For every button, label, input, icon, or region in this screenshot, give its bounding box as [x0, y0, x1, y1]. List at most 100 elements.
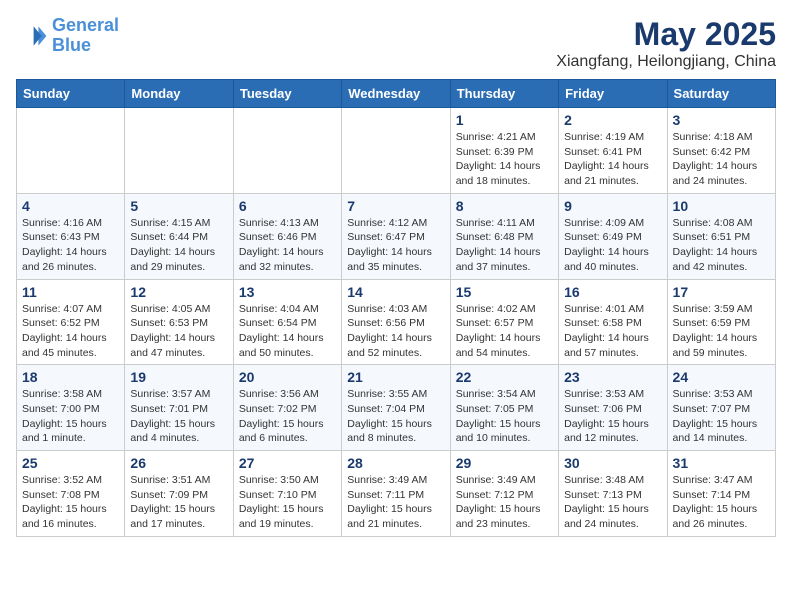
day-number: 7	[347, 198, 444, 214]
table-cell: 27 Sunrise: 3:50 AM Sunset: 7:10 PM Dayli…	[233, 451, 341, 537]
day-number: 27	[239, 455, 336, 471]
table-cell: 17 Sunrise: 3:59 AM Sunset: 6:59 PM Dayli…	[667, 279, 775, 365]
week-row-4: 18Sunrise: 3:58 AM Sunset: 7:00 PM Dayli…	[17, 365, 776, 451]
table-cell: 5 Sunrise: 4:15 AM Sunset: 6:44 PM Daylig…	[125, 193, 233, 279]
table-cell: 25 Sunrise: 3:52 AM Sunset: 7:08 PM Dayli…	[17, 451, 125, 537]
week-row-5: 25 Sunrise: 3:52 AM Sunset: 7:08 PM Dayli…	[17, 451, 776, 537]
day-info: Sunrise: 4:19 AM Sunset: 6:41 PM Dayligh…	[564, 130, 661, 189]
day-number: 23	[564, 369, 661, 385]
header-tuesday: Tuesday	[233, 80, 341, 108]
table-cell: 10Sunrise: 4:08 AM Sunset: 6:51 PM Dayli…	[667, 193, 775, 279]
day-number: 12	[130, 284, 227, 300]
day-info: Sunrise: 3:51 AM Sunset: 7:09 PM Dayligh…	[130, 473, 227, 532]
table-cell: 20 Sunrise: 3:56 AM Sunset: 7:02 PM Dayli…	[233, 365, 341, 451]
logo-line2: Blue	[52, 35, 91, 55]
day-info: Sunrise: 3:49 AM Sunset: 7:11 PM Dayligh…	[347, 473, 444, 532]
table-cell: 3Sunrise: 4:18 AM Sunset: 6:42 PM Daylig…	[667, 108, 775, 194]
table-cell: 9 Sunrise: 4:09 AM Sunset: 6:49 PM Daylig…	[559, 193, 667, 279]
day-info: Sunrise: 4:18 AM Sunset: 6:42 PM Dayligh…	[673, 130, 770, 189]
logo-icon	[16, 20, 48, 52]
logo: General Blue	[16, 16, 119, 56]
header-wednesday: Wednesday	[342, 80, 450, 108]
table-cell: 12 Sunrise: 4:05 AM Sunset: 6:53 PM Dayli…	[125, 279, 233, 365]
day-info: Sunrise: 4:01 AM Sunset: 6:58 PM Dayligh…	[564, 302, 661, 361]
table-cell: 6 Sunrise: 4:13 AM Sunset: 6:46 PM Daylig…	[233, 193, 341, 279]
table-cell: 18Sunrise: 3:58 AM Sunset: 7:00 PM Dayli…	[17, 365, 125, 451]
day-info: Sunrise: 4:05 AM Sunset: 6:53 PM Dayligh…	[130, 302, 227, 361]
table-cell: 16 Sunrise: 4:01 AM Sunset: 6:58 PM Dayli…	[559, 279, 667, 365]
day-info: Sunrise: 3:56 AM Sunset: 7:02 PM Dayligh…	[239, 387, 336, 446]
day-number: 6	[239, 198, 336, 214]
table-cell: 26 Sunrise: 3:51 AM Sunset: 7:09 PM Dayli…	[125, 451, 233, 537]
calendar: Sunday Monday Tuesday Wednesday Thursday…	[16, 79, 776, 537]
day-info: Sunrise: 4:08 AM Sunset: 6:51 PM Dayligh…	[673, 216, 770, 275]
table-cell: 31Sunrise: 3:47 AM Sunset: 7:14 PM Dayli…	[667, 451, 775, 537]
table-cell: 11Sunrise: 4:07 AM Sunset: 6:52 PM Dayli…	[17, 279, 125, 365]
day-number: 26	[130, 455, 227, 471]
table-cell: 4 Sunrise: 4:16 AM Sunset: 6:43 PM Daylig…	[17, 193, 125, 279]
week-row-3: 11Sunrise: 4:07 AM Sunset: 6:52 PM Dayli…	[17, 279, 776, 365]
day-number: 25	[22, 455, 119, 471]
day-info: Sunrise: 3:52 AM Sunset: 7:08 PM Dayligh…	[22, 473, 119, 532]
week-row-1: 1 Sunrise: 4:21 AM Sunset: 6:39 PM Daylig…	[17, 108, 776, 194]
day-info: Sunrise: 3:50 AM Sunset: 7:10 PM Dayligh…	[239, 473, 336, 532]
week-row-2: 4 Sunrise: 4:16 AM Sunset: 6:43 PM Daylig…	[17, 193, 776, 279]
table-cell	[342, 108, 450, 194]
page-header: General Blue May 2025 Xiangfang, Heilong…	[16, 16, 776, 71]
day-info: Sunrise: 3:57 AM Sunset: 7:01 PM Dayligh…	[130, 387, 227, 446]
day-info: Sunrise: 4:12 AM Sunset: 6:47 PM Dayligh…	[347, 216, 444, 275]
day-info: Sunrise: 4:13 AM Sunset: 6:46 PM Dayligh…	[239, 216, 336, 275]
day-number: 2	[564, 112, 661, 128]
day-number: 1	[456, 112, 553, 128]
title-block: May 2025 Xiangfang, Heilongjiang, China	[556, 16, 776, 71]
table-cell: 13Sunrise: 4:04 AM Sunset: 6:54 PM Dayli…	[233, 279, 341, 365]
day-info: Sunrise: 4:04 AM Sunset: 6:54 PM Dayligh…	[239, 302, 336, 361]
day-info: Sunrise: 4:03 AM Sunset: 6:56 PM Dayligh…	[347, 302, 444, 361]
day-number: 5	[130, 198, 227, 214]
logo-text: General Blue	[52, 16, 119, 56]
day-number: 24	[673, 369, 770, 385]
table-cell: 1 Sunrise: 4:21 AM Sunset: 6:39 PM Daylig…	[450, 108, 558, 194]
day-info: Sunrise: 3:53 AM Sunset: 7:06 PM Dayligh…	[564, 387, 661, 446]
table-cell: 28 Sunrise: 3:49 AM Sunset: 7:11 PM Dayli…	[342, 451, 450, 537]
header-friday: Friday	[559, 80, 667, 108]
day-number: 4	[22, 198, 119, 214]
day-info: Sunrise: 4:16 AM Sunset: 6:43 PM Dayligh…	[22, 216, 119, 275]
table-cell: 19 Sunrise: 3:57 AM Sunset: 7:01 PM Dayli…	[125, 365, 233, 451]
table-cell: 21 Sunrise: 3:55 AM Sunset: 7:04 PM Dayli…	[342, 365, 450, 451]
table-cell: 29 Sunrise: 3:49 AM Sunset: 7:12 PM Dayli…	[450, 451, 558, 537]
table-cell: 8Sunrise: 4:11 AM Sunset: 6:48 PM Daylig…	[450, 193, 558, 279]
month-year: May 2025	[556, 16, 776, 53]
day-info: Sunrise: 3:59 AM Sunset: 6:59 PM Dayligh…	[673, 302, 770, 361]
day-info: Sunrise: 4:21 AM Sunset: 6:39 PM Dayligh…	[456, 130, 553, 189]
day-number: 29	[456, 455, 553, 471]
day-info: Sunrise: 3:55 AM Sunset: 7:04 PM Dayligh…	[347, 387, 444, 446]
day-number: 18	[22, 369, 119, 385]
day-number: 14	[347, 284, 444, 300]
table-cell: 22Sunrise: 3:54 AM Sunset: 7:05 PM Dayli…	[450, 365, 558, 451]
day-number: 20	[239, 369, 336, 385]
location: Xiangfang, Heilongjiang, China	[556, 53, 776, 71]
day-info: Sunrise: 4:07 AM Sunset: 6:52 PM Dayligh…	[22, 302, 119, 361]
header-sunday: Sunday	[17, 80, 125, 108]
day-number: 17	[673, 284, 770, 300]
day-info: Sunrise: 3:48 AM Sunset: 7:13 PM Dayligh…	[564, 473, 661, 532]
header-thursday: Thursday	[450, 80, 558, 108]
day-info: Sunrise: 3:47 AM Sunset: 7:14 PM Dayligh…	[673, 473, 770, 532]
day-number: 21	[347, 369, 444, 385]
day-info: Sunrise: 4:11 AM Sunset: 6:48 PM Dayligh…	[456, 216, 553, 275]
table-cell: 7 Sunrise: 4:12 AM Sunset: 6:47 PM Daylig…	[342, 193, 450, 279]
table-cell: 15Sunrise: 4:02 AM Sunset: 6:57 PM Dayli…	[450, 279, 558, 365]
day-info: Sunrise: 3:49 AM Sunset: 7:12 PM Dayligh…	[456, 473, 553, 532]
day-info: Sunrise: 3:53 AM Sunset: 7:07 PM Dayligh…	[673, 387, 770, 446]
day-number: 19	[130, 369, 227, 385]
header-saturday: Saturday	[667, 80, 775, 108]
table-cell	[233, 108, 341, 194]
day-number: 15	[456, 284, 553, 300]
day-number: 28	[347, 455, 444, 471]
table-cell: 30Sunrise: 3:48 AM Sunset: 7:13 PM Dayli…	[559, 451, 667, 537]
day-info: Sunrise: 4:15 AM Sunset: 6:44 PM Dayligh…	[130, 216, 227, 275]
day-info: Sunrise: 4:09 AM Sunset: 6:49 PM Dayligh…	[564, 216, 661, 275]
day-number: 16	[564, 284, 661, 300]
day-number: 9	[564, 198, 661, 214]
